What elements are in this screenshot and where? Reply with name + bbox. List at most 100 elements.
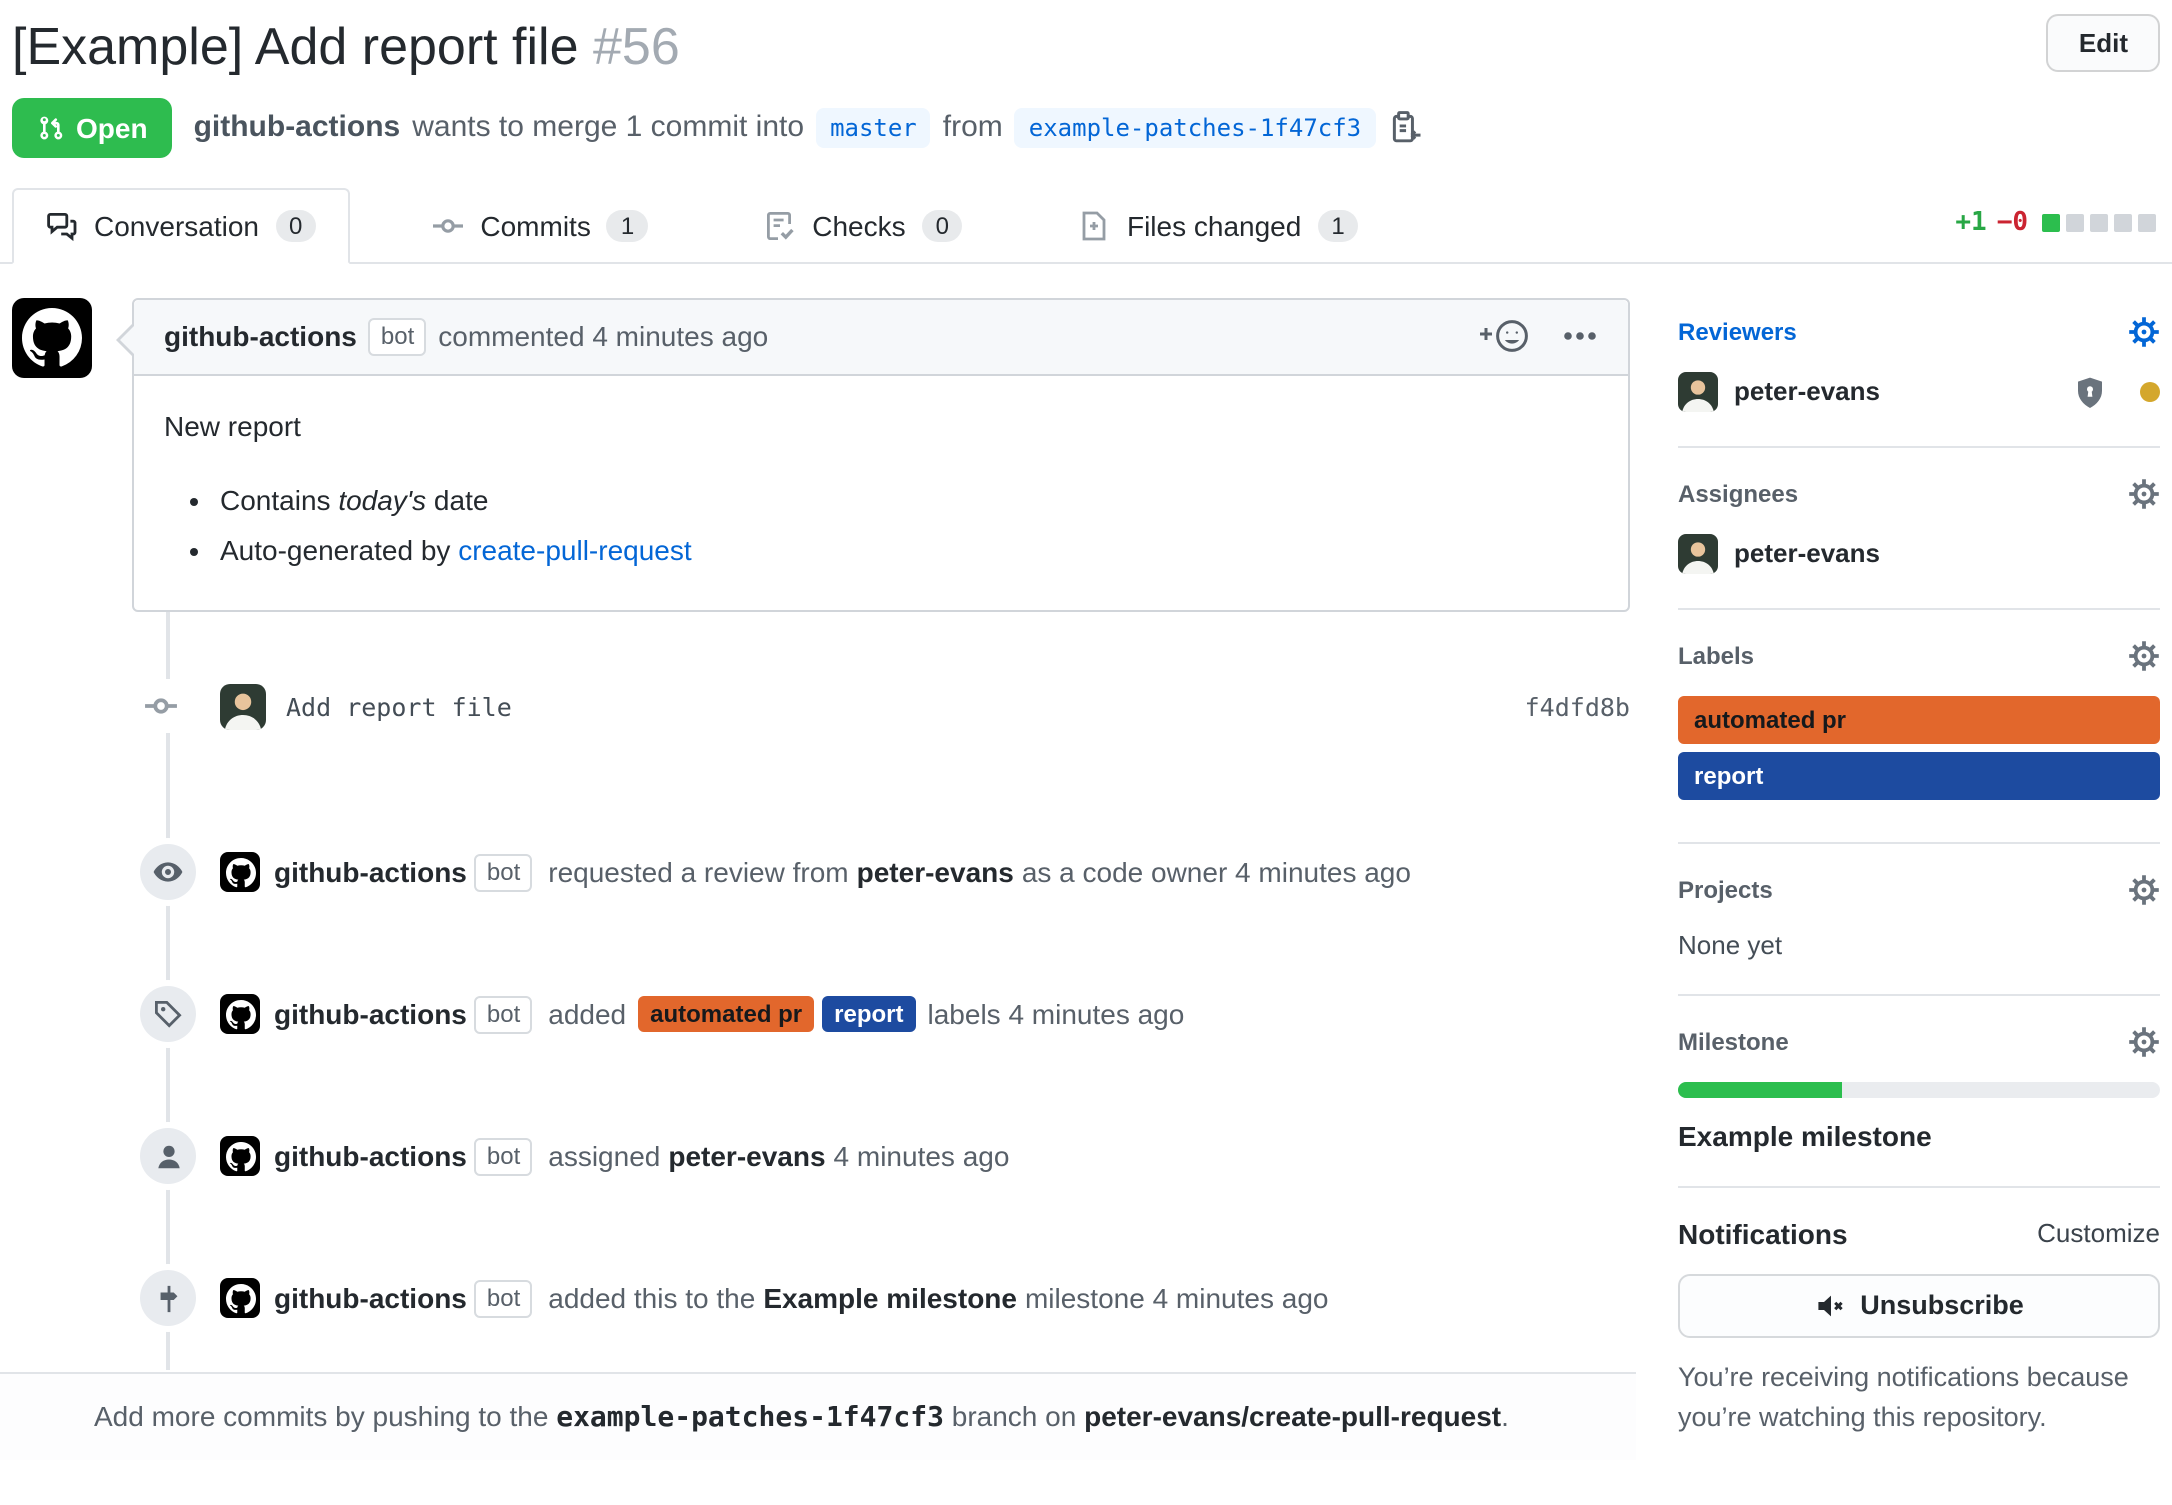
projects-section: Projects None yet	[1678, 873, 2160, 995]
assignee-row[interactable]: peter-evans	[1678, 533, 2160, 573]
tab-commits[interactable]: Commits 1	[398, 187, 682, 263]
milestone-heading[interactable]: Milestone	[1678, 1025, 2160, 1057]
label-automated-pr[interactable]: automated pr	[1678, 695, 2160, 743]
tab-checks[interactable]: Checks 0	[730, 187, 997, 263]
footer-text: Add more commits by pushing to the	[94, 1399, 556, 1431]
diff-block-gray	[2090, 213, 2108, 231]
kebab-menu-icon[interactable]	[1562, 330, 1598, 342]
label-report[interactable]: report	[822, 996, 915, 1032]
github-actions-avatar[interactable]	[220, 1136, 260, 1176]
footer-branch: example-patches-1f47cf3	[556, 1401, 944, 1433]
peter-evans-avatar[interactable]	[220, 683, 266, 729]
commit-sha[interactable]: f4dfd8b	[1525, 691, 1630, 721]
milestone-section: Milestone Example milestone	[1678, 1025, 2160, 1187]
bot-badge: bot	[475, 853, 532, 891]
assignees-heading[interactable]: Assignees	[1678, 477, 2160, 509]
tab-counter: 1	[1317, 209, 1358, 241]
pr-author[interactable]: github-actions	[194, 110, 401, 144]
pr-header: [Example] Add report file #56 Edit	[0, 0, 2172, 79]
milestone-icon	[140, 1270, 196, 1326]
github-actions-avatar[interactable]	[220, 994, 260, 1034]
commit-message[interactable]: Add report file	[286, 691, 512, 721]
comment-bullet: Contains today's date	[220, 479, 1598, 521]
notifications-heading-label: Notifications	[1678, 1217, 1848, 1249]
gear-icon[interactable]	[2128, 315, 2160, 347]
tab-counter: 0	[922, 209, 963, 241]
event-actor[interactable]: peter-evans	[668, 1140, 825, 1172]
additions-count: +1	[1955, 207, 1986, 237]
page-title: [Example] Add report file #56	[12, 14, 680, 79]
github-actions-avatar[interactable]	[12, 297, 92, 377]
projects-heading[interactable]: Projects	[1678, 873, 2160, 905]
github-actions-avatar[interactable]	[220, 1278, 260, 1318]
edit-button[interactable]: Edit	[2047, 14, 2160, 72]
reviewer-row[interactable]: peter-evans	[1678, 371, 2160, 411]
pr-number: #56	[593, 16, 680, 76]
event-labeled: github-actions bot added automated pr re…	[0, 943, 1636, 1085]
pr-description-comment: github-actions bot commented 4 minutes a…	[132, 297, 1630, 611]
diff-block-gray	[2114, 213, 2132, 231]
label-report[interactable]: report	[1678, 751, 2160, 799]
timeline: Add report file f4dfd8b github-actions b…	[0, 611, 1636, 1369]
tab-counter: 1	[607, 209, 648, 241]
event-text: assigned	[548, 1140, 660, 1172]
pr-tab-bar: Conversation 0 Commits 1 Checks 0 Files …	[0, 187, 2172, 263]
github-actions-avatar[interactable]	[220, 852, 260, 892]
create-pull-request-link[interactable]: create-pull-request	[458, 533, 691, 565]
gear-icon[interactable]	[2128, 873, 2160, 905]
event-text: requested a review from	[548, 856, 848, 888]
label-automated-pr[interactable]: automated pr	[638, 996, 814, 1032]
content-area: github-actions bot commented 4 minutes a…	[0, 263, 2172, 1505]
head-branch-chip[interactable]: example-patches-1f47cf3	[1015, 107, 1375, 147]
commit-row: Add report file f4dfd8b	[0, 611, 1636, 801]
add-reaction-icon[interactable]	[1478, 318, 1530, 354]
comment-bullet: Auto-generated by create-pull-request	[220, 529, 1598, 571]
tab-label: Commits	[480, 209, 590, 241]
milestone-progress-bar	[1678, 1081, 2160, 1097]
comment-body: New report Contains today's date Auto-ge…	[134, 375, 1628, 609]
event-author[interactable]: github-actions	[274, 998, 467, 1030]
pending-review-dot	[2140, 381, 2160, 401]
event-author[interactable]: github-actions	[274, 1282, 467, 1314]
event-milestone-name[interactable]: Example milestone	[763, 1282, 1017, 1314]
footer-text: branch on	[944, 1399, 1084, 1431]
comment-discussion-icon	[46, 209, 78, 241]
event-assigned: github-actions bot assigned peter-evans …	[0, 1085, 1636, 1227]
bot-badge: bot	[475, 995, 532, 1033]
notifications-caption: You’re receiving notifications because y…	[1678, 1357, 2160, 1441]
event-text: added	[548, 998, 626, 1030]
event-text: added this to the	[548, 1282, 755, 1314]
merge-text: wants to merge 1 commit into	[412, 110, 804, 144]
notifications-section: Notifications Customize Unsubscribe You’…	[1678, 1217, 2160, 1475]
tab-files-changed[interactable]: Files changed 1	[1045, 187, 1393, 263]
mute-icon	[1814, 1289, 1846, 1321]
projects-empty-text: None yet	[1678, 929, 2160, 959]
bullet-text: Auto-generated by	[220, 533, 458, 565]
gear-icon[interactable]	[2128, 1025, 2160, 1057]
copy-branch-icon[interactable]	[1387, 110, 1421, 144]
milestone-name-link[interactable]: Example milestone	[1678, 1119, 2160, 1151]
open-state-label: Open	[76, 111, 148, 143]
gear-icon[interactable]	[2128, 639, 2160, 671]
labels-heading[interactable]: Labels	[1678, 639, 2160, 671]
checklist-icon	[764, 209, 796, 241]
tab-conversation[interactable]: Conversation 0	[12, 187, 350, 263]
comment-paragraph: New report	[164, 405, 1598, 447]
assignees-heading-label: Assignees	[1678, 479, 1798, 507]
event-author[interactable]: github-actions	[274, 1140, 467, 1172]
diff-block-green	[2042, 213, 2060, 231]
event-author[interactable]: github-actions	[274, 856, 467, 888]
gear-icon[interactable]	[2128, 477, 2160, 509]
peter-evans-avatar	[1678, 533, 1718, 573]
reviewers-heading[interactable]: Reviewers	[1678, 315, 2160, 347]
unsubscribe-button[interactable]: Unsubscribe	[1678, 1273, 2160, 1337]
base-branch-chip[interactable]: master	[816, 107, 931, 147]
conversation-column: github-actions bot commented 4 minutes a…	[0, 263, 1636, 1505]
from-text: from	[943, 110, 1003, 144]
comment-author[interactable]: github-actions	[164, 320, 357, 352]
comment-timestamp[interactable]: commented 4 minutes ago	[438, 320, 768, 352]
event-actor[interactable]: peter-evans	[857, 856, 1014, 888]
customize-link[interactable]: Customize	[2037, 1218, 2160, 1248]
push-hint-footer: Add more commits by pushing to the examp…	[0, 1371, 1636, 1459]
open-state-badge: Open	[12, 97, 172, 157]
